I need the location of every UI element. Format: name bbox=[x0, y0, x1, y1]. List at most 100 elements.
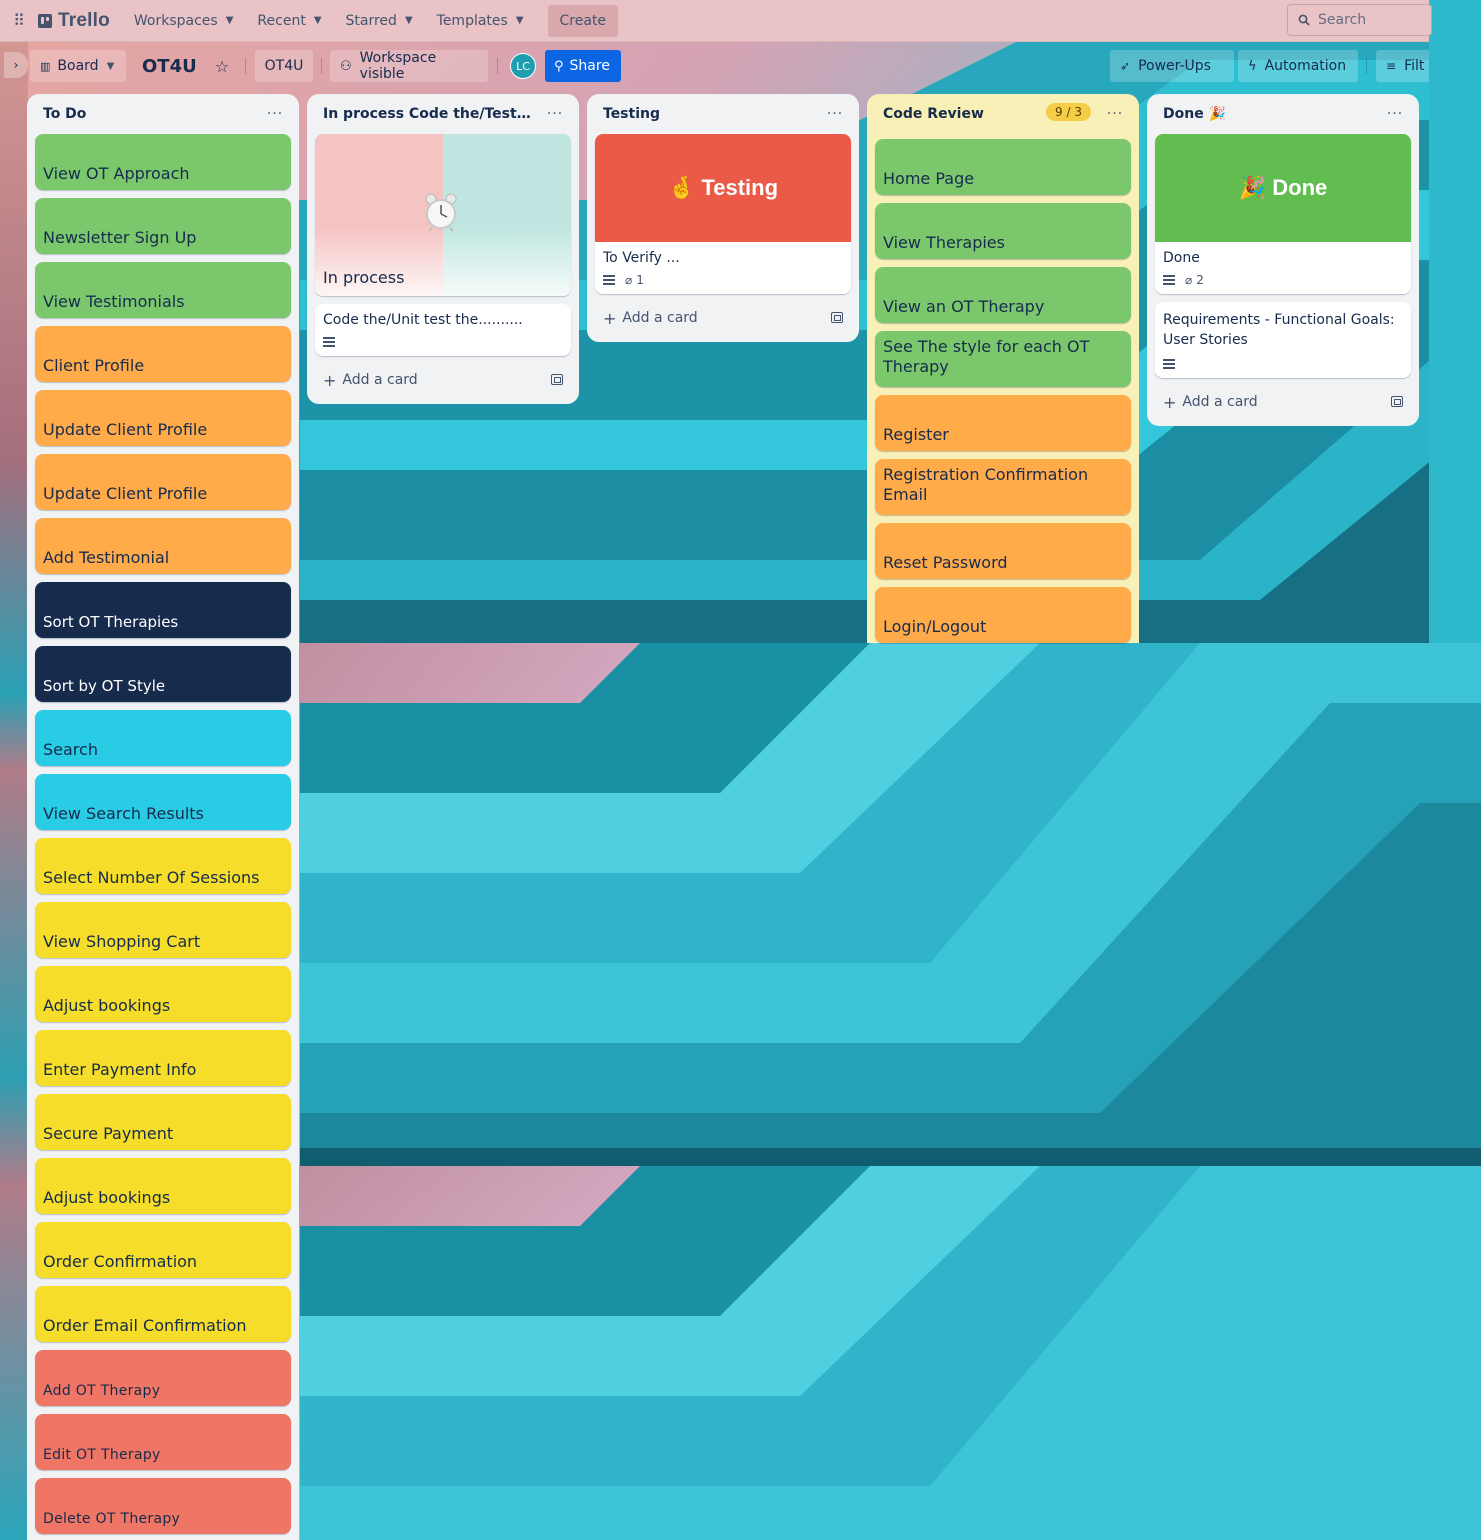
more-icon[interactable]: ··· bbox=[1383, 102, 1407, 126]
card-code-unit-test[interactable]: Code the/Unit test the.......... bbox=[315, 304, 571, 356]
card-item[interactable]: Login/Logout bbox=[875, 587, 1131, 643]
card-template-icon[interactable] bbox=[1391, 396, 1403, 407]
card-item[interactable]: See The style for each OT Therapy bbox=[875, 331, 1131, 387]
visibility-label: Workspace visible bbox=[359, 50, 437, 82]
card-item[interactable]: Edit OT Therapy bbox=[35, 1414, 291, 1470]
card-item[interactable]: Adjust bookings bbox=[35, 1158, 291, 1214]
add-card-button[interactable]: + Add a card bbox=[315, 364, 571, 396]
card-badges: ⌀ 1 bbox=[603, 272, 843, 288]
card-template-icon[interactable] bbox=[831, 312, 843, 323]
plus-icon: + bbox=[603, 308, 617, 328]
card-item[interactable]: Update Client Profile bbox=[35, 454, 291, 510]
card-item[interactable]: Delete OT Therapy bbox=[35, 1478, 291, 1534]
list-header: Testing ··· bbox=[595, 94, 851, 134]
card-requirements[interactable]: Requirements - Functional Goals: User St… bbox=[1155, 302, 1411, 378]
rocket-icon: ➶ bbox=[1120, 59, 1131, 73]
card-title: Update Client Profile bbox=[43, 484, 208, 503]
card-done[interactable]: 🎉 Done Done ⌀ 2 bbox=[1155, 134, 1411, 294]
card-title: Delete OT Therapy bbox=[43, 1511, 181, 1527]
card-item[interactable]: View Shopping Cart bbox=[35, 902, 291, 958]
top-navigation: ⠿ Trello Workspaces ▼ Recent ▼ Starred ▼… bbox=[0, 0, 1432, 42]
add-card-button[interactable]: + Add a card bbox=[1155, 386, 1411, 418]
card-item[interactable]: Register bbox=[875, 395, 1131, 451]
more-icon[interactable]: ··· bbox=[263, 102, 287, 126]
description-icon bbox=[603, 275, 615, 285]
card-item[interactable]: Search bbox=[35, 710, 291, 766]
workspace-button[interactable]: OT4U bbox=[255, 50, 313, 82]
card-title: Login/Logout bbox=[883, 617, 987, 636]
card-item[interactable]: Order Email Confirmation bbox=[35, 1286, 291, 1342]
list-title[interactable]: Testing bbox=[603, 106, 660, 122]
trello-logo[interactable]: Trello bbox=[38, 10, 110, 32]
more-icon[interactable]: ··· bbox=[823, 102, 847, 126]
card-title: See The style for each OT Therapy bbox=[883, 336, 1090, 376]
card-cover: 🤞 Testing bbox=[595, 134, 851, 242]
card-item[interactable]: Update Client Profile bbox=[35, 390, 291, 446]
card-item[interactable]: Adjust bookings bbox=[35, 966, 291, 1022]
card-item[interactable]: Add OT Therapy bbox=[35, 1350, 291, 1406]
avatar[interactable]: LC bbox=[510, 53, 536, 79]
description-icon bbox=[1163, 275, 1175, 285]
more-icon[interactable]: ··· bbox=[543, 102, 567, 126]
board-view-icon: ▥ bbox=[40, 59, 50, 73]
nav-starred-button[interactable]: Starred ▼ bbox=[334, 5, 425, 37]
star-board-button[interactable]: ☆ bbox=[206, 50, 238, 82]
list-title[interactable]: Code Review bbox=[883, 106, 984, 122]
list-title[interactable]: To Do bbox=[43, 106, 86, 122]
nav-workspaces-button[interactable]: Workspaces ▼ bbox=[122, 5, 246, 37]
card-to-verify[interactable]: 🤞 Testing To Verify ... ⌀ 1 bbox=[595, 134, 851, 294]
card-title: Search bbox=[43, 740, 98, 759]
card-title: Client Profile bbox=[43, 356, 145, 375]
card-item[interactable]: View an OT Therapy bbox=[875, 267, 1131, 323]
board-title[interactable]: OT4U bbox=[142, 56, 197, 77]
card-template-icon[interactable] bbox=[551, 374, 563, 385]
card-item[interactable]: View Testimonials bbox=[35, 262, 291, 318]
card-item[interactable]: View Therapies bbox=[875, 203, 1131, 259]
card-item[interactable]: View Search Results bbox=[35, 774, 291, 830]
create-button[interactable]: Create bbox=[547, 4, 619, 37]
card-item[interactable]: Select Number Of Sessions bbox=[35, 838, 291, 894]
card-item[interactable]: View OT Approach bbox=[35, 134, 291, 190]
card-item[interactable]: Home Page bbox=[875, 139, 1131, 195]
card-item[interactable]: Reset Password bbox=[875, 523, 1131, 579]
visibility-button[interactable]: ⚇ Workspace visible bbox=[330, 50, 488, 82]
lightning-icon: ϟ bbox=[1248, 58, 1257, 74]
search-input[interactable]: Search bbox=[1287, 4, 1432, 36]
card-title: Registration Confirmation Email bbox=[883, 464, 1089, 504]
card-item[interactable]: Sort OT Therapies bbox=[35, 582, 291, 638]
chevron-down-icon: ▼ bbox=[515, 15, 524, 26]
card-title: Newsletter Sign Up bbox=[43, 228, 197, 247]
card-item[interactable]: Sort by OT Style bbox=[35, 646, 291, 702]
filter-button[interactable]: ≡ Filt bbox=[1376, 50, 1429, 82]
card-title: To Verify ... bbox=[603, 250, 680, 266]
card-in-process[interactable]: In process bbox=[315, 134, 571, 296]
divider bbox=[497, 58, 498, 74]
attachment-count: 1 bbox=[636, 273, 644, 287]
more-icon[interactable]: ··· bbox=[1103, 102, 1127, 126]
card-item[interactable]: Client Profile bbox=[35, 326, 291, 382]
card-item[interactable]: Add Testimonial bbox=[35, 518, 291, 574]
paperclip-icon: ⌀ bbox=[1185, 273, 1193, 287]
list-title[interactable]: In process Code the/Test the.... bbox=[323, 106, 533, 122]
card-item[interactable]: Enter Payment Info bbox=[35, 1030, 291, 1086]
list-header: In process Code the/Test the.... ··· bbox=[315, 94, 571, 134]
trello-wordmark: Trello bbox=[58, 9, 110, 31]
board-left-edge bbox=[0, 0, 28, 1540]
expand-sidebar-button[interactable]: › bbox=[4, 52, 28, 78]
list-title[interactable]: Done 🎉 bbox=[1163, 106, 1226, 122]
board-view-switcher[interactable]: ▥ Board ▼ bbox=[30, 50, 126, 82]
card-item[interactable]: Newsletter Sign Up bbox=[35, 198, 291, 254]
nav-recent-button[interactable]: Recent ▼ bbox=[245, 5, 333, 37]
card-item[interactable]: Secure Payment bbox=[35, 1094, 291, 1150]
add-card-button[interactable]: + Add a card bbox=[595, 302, 851, 334]
power-ups-button[interactable]: ➶ Power-Ups bbox=[1110, 50, 1234, 82]
description-icon bbox=[1163, 359, 1175, 369]
card-item[interactable]: Order Confirmation bbox=[35, 1222, 291, 1278]
app-switcher-icon[interactable]: ⠿ bbox=[0, 0, 38, 42]
share-button[interactable]: ⚲ Share bbox=[545, 50, 621, 82]
card-item[interactable]: Registration Confirmation Email bbox=[875, 459, 1131, 515]
card-title: Sort OT Therapies bbox=[43, 613, 179, 631]
automation-button[interactable]: ϟ Automation bbox=[1238, 50, 1358, 82]
card-body: To Verify ... ⌀ 1 bbox=[595, 242, 851, 294]
nav-templates-button[interactable]: Templates ▼ bbox=[425, 5, 536, 37]
